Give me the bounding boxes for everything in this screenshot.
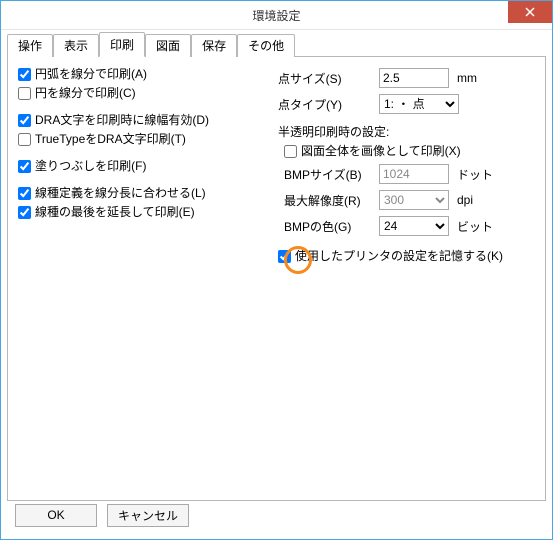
tab-sousa[interactable]: 操作 <box>7 34 53 57</box>
print-panel: 円弧を線分で印刷(A) 円を線分で印刷(C) DRA文字を印刷時に線幅有効(D)… <box>7 56 546 501</box>
chk-linestyle-fit[interactable]: 線種定義を線分長に合わせる(L) <box>18 185 268 202</box>
tab-hyouji[interactable]: 表示 <box>53 34 99 57</box>
right-column: 点サイズ(S) mm 点タイプ(Y) 1: ・ 点 半透明印刷時の設定: 図面全… <box>278 65 535 492</box>
input-bmp-size[interactable] <box>379 164 449 184</box>
chk-remember-printer-box[interactable] <box>278 250 291 263</box>
close-button[interactable] <box>508 1 552 23</box>
lbl-bmp-size: BMPサイズ(B) <box>284 166 373 183</box>
bottom-bar: OK キャンセル <box>7 501 546 533</box>
unit-point-size: mm <box>457 71 477 85</box>
chk-arc-as-lines[interactable]: 円弧を線分で印刷(A) <box>18 66 268 83</box>
chk-print-whole-image[interactable]: 図面全体を画像として印刷(X) <box>284 143 535 160</box>
chk-dra-linewidth-box[interactable] <box>18 114 31 127</box>
chk-circle-as-lines[interactable]: 円を線分で印刷(C) <box>18 85 268 102</box>
chk-arc-as-lines-box[interactable] <box>18 68 31 81</box>
chk-circle-as-lines-box[interactable] <box>18 87 31 100</box>
chk-fill-print[interactable]: 塗りつぶしを印刷(F) <box>18 158 268 175</box>
tab-sonota[interactable]: その他 <box>237 34 295 57</box>
tab-hozon[interactable]: 保存 <box>191 34 237 57</box>
chk-truetype-as-dra-box[interactable] <box>18 133 31 146</box>
chk-remember-printer[interactable]: 使用したプリンタの設定を記憶する(K) <box>278 248 535 265</box>
unit-bmp-size: ドット <box>457 166 493 183</box>
close-icon <box>525 7 535 17</box>
unit-max-res: dpi <box>457 193 473 207</box>
unit-bmp-color: ビット <box>457 218 493 235</box>
chk-print-whole-image-box[interactable] <box>284 145 297 158</box>
tab-insatsu[interactable]: 印刷 <box>99 32 145 57</box>
input-point-size[interactable] <box>379 68 449 88</box>
lbl-max-res: 最大解像度(R) <box>284 192 373 209</box>
lbl-point-type: 点タイプ(Y) <box>278 96 373 113</box>
select-bmp-color[interactable]: 24 <box>379 216 449 236</box>
chk-linestyle-extend[interactable]: 線種の最後を延長して印刷(E) <box>18 204 268 221</box>
cancel-button[interactable]: キャンセル <box>107 504 189 527</box>
select-point-type[interactable]: 1: ・ 点 <box>379 94 459 114</box>
lbl-bmp-color: BMPの色(G) <box>284 218 373 235</box>
chk-truetype-as-dra[interactable]: TrueTypeをDRA文字印刷(T) <box>18 131 268 148</box>
tab-strip: 操作 表示 印刷 図面 保存 その他 <box>7 34 546 56</box>
chk-fill-print-box[interactable] <box>18 160 31 173</box>
chk-linestyle-fit-box[interactable] <box>18 187 31 200</box>
chk-linestyle-extend-box[interactable] <box>18 206 31 219</box>
window-title: 環境設定 <box>252 7 300 24</box>
left-column: 円弧を線分で印刷(A) 円を線分で印刷(C) DRA文字を印刷時に線幅有効(D)… <box>18 65 268 492</box>
ok-button[interactable]: OK <box>15 504 97 527</box>
tab-zumen[interactable]: 図面 <box>145 34 191 57</box>
chk-dra-linewidth[interactable]: DRA文字を印刷時に線幅有効(D) <box>18 112 268 129</box>
titlebar: 環境設定 <box>1 1 552 30</box>
select-max-res[interactable]: 300 <box>379 190 449 210</box>
lbl-semi-header: 半透明印刷時の設定: <box>278 123 535 140</box>
lbl-point-size: 点サイズ(S) <box>278 70 373 87</box>
